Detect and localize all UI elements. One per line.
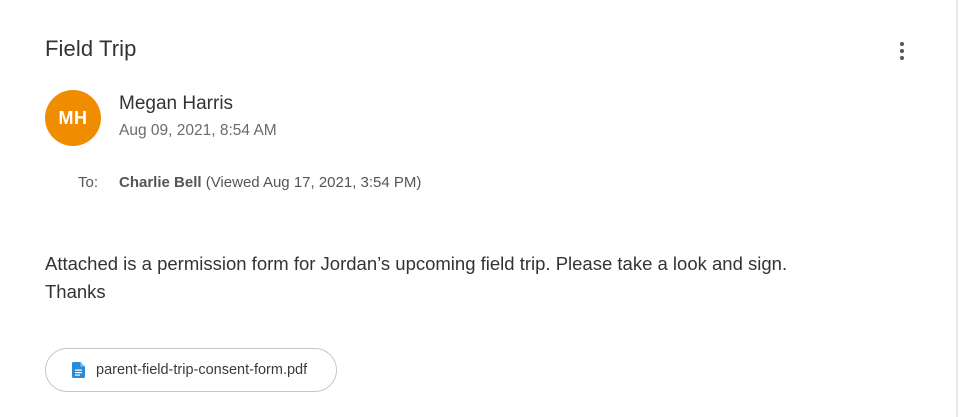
more-vertical-icon-dot: [900, 56, 904, 60]
attachment-chip[interactable]: parent-field-trip-consent-form.pdf: [45, 348, 337, 392]
recipient-viewed-status: (Viewed Aug 17, 2021, 3:54 PM): [205, 174, 422, 191]
sender-avatar: MH: [45, 90, 101, 146]
message-view: Field Trip MH Megan Harris Aug 09, 2021,…: [0, 0, 958, 417]
more-options-button[interactable]: [888, 36, 916, 66]
document-icon: [72, 362, 85, 378]
message-subject: Field Trip: [45, 36, 137, 61]
sent-timestamp: Aug 09, 2021, 8:54 AM: [119, 122, 277, 139]
attachment-filename: parent-field-trip-consent-form.pdf: [96, 362, 308, 378]
sender-name: Megan Harris: [119, 93, 234, 114]
message-body-line: Attached is a permission form for Jordan…: [45, 253, 788, 274]
recipient-name: Charlie Bell: [119, 174, 202, 191]
message-body-line: Thanks: [45, 281, 106, 302]
more-vertical-icon: [900, 42, 904, 46]
to-label: To:: [78, 174, 99, 191]
recipients-row: To: Charlie Bell (Viewed Aug 17, 2021, 3:…: [78, 174, 421, 191]
message-body: Attached is a permission form for Jordan…: [45, 250, 925, 306]
more-vertical-icon-dot: [900, 49, 904, 53]
